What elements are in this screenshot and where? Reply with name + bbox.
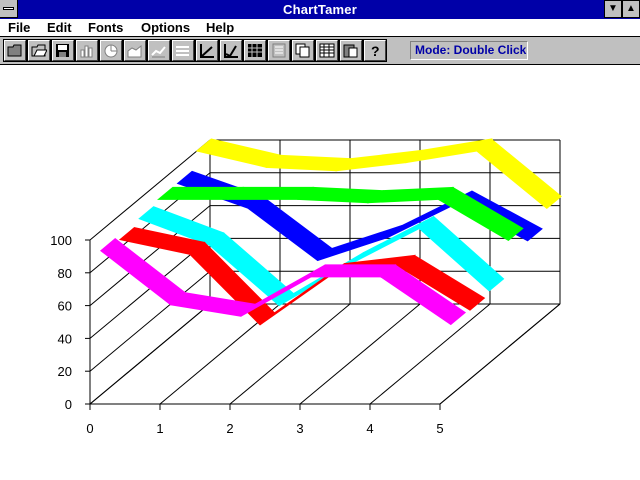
open-file-icon bbox=[31, 44, 47, 57]
chart-area: 0 20 40 60 80 100 0 1 2 3 4 5 bbox=[0, 66, 640, 480]
ribbon-chart-icon bbox=[176, 46, 189, 56]
floor-grid-line bbox=[89, 303, 211, 405]
line-chart-button[interactable] bbox=[147, 39, 171, 62]
copy-button[interactable] bbox=[291, 39, 315, 62]
ribbon-segment bbox=[476, 138, 562, 210]
data-sheet-icon bbox=[248, 44, 262, 57]
x-tick-label: 0 bbox=[86, 421, 93, 436]
open-button[interactable] bbox=[3, 39, 27, 62]
ribbon-segment bbox=[195, 138, 283, 168]
ribbon-segment bbox=[278, 252, 364, 307]
svg-text:?: ? bbox=[371, 43, 380, 58]
open-file-button[interactable] bbox=[27, 39, 51, 62]
grid-icon bbox=[319, 43, 335, 58]
y-tick-label: 0 bbox=[65, 397, 72, 412]
menu-file[interactable]: File bbox=[8, 20, 30, 35]
window-title: ChartTamer bbox=[282, 2, 357, 17]
toolbar: ? Mode: Double Click bbox=[0, 37, 640, 65]
axes-alt-button[interactable] bbox=[219, 39, 243, 62]
line-chart-icon bbox=[151, 46, 166, 58]
axes-icon bbox=[200, 44, 214, 58]
help-button[interactable]: ? bbox=[363, 39, 387, 62]
save-icon bbox=[56, 44, 69, 57]
pie-chart-button[interactable] bbox=[99, 39, 123, 62]
mode-indicator: Mode: Double Click bbox=[410, 41, 528, 60]
floor-grid-line bbox=[299, 303, 421, 405]
paste-icon bbox=[343, 44, 358, 58]
paste-button[interactable] bbox=[339, 39, 363, 62]
area-chart-button[interactable] bbox=[123, 39, 147, 62]
copy-icon bbox=[295, 43, 310, 58]
menu-edit[interactable]: Edit bbox=[47, 20, 72, 35]
notes-icon bbox=[272, 43, 286, 58]
bar-chart-icon bbox=[80, 45, 93, 58]
ribbon-chart[interactable]: 0 20 40 60 80 100 0 1 2 3 4 5 bbox=[0, 66, 640, 480]
bar-chart-button[interactable] bbox=[75, 39, 99, 62]
x-tick-label: 3 bbox=[296, 421, 303, 436]
x-tick-label: 5 bbox=[436, 421, 443, 436]
open-folder-icon bbox=[7, 44, 22, 57]
help-icon: ? bbox=[371, 43, 380, 58]
maximize-icon: ▲ bbox=[626, 3, 636, 14]
axes-alt-icon bbox=[224, 44, 238, 58]
minimize-button[interactable]: ▼ bbox=[604, 0, 622, 18]
x-tick-label: 2 bbox=[226, 421, 233, 436]
save-button[interactable] bbox=[51, 39, 75, 62]
data-sheet-button[interactable] bbox=[243, 39, 267, 62]
area-chart-icon bbox=[127, 44, 142, 58]
pie-chart-icon bbox=[104, 44, 118, 58]
minimize-icon: ▼ bbox=[608, 3, 618, 14]
ribbon-segment bbox=[265, 154, 353, 172]
ribbon-segment bbox=[297, 186, 385, 204]
x-tick-label: 4 bbox=[366, 421, 373, 436]
axes-button[interactable] bbox=[195, 39, 219, 62]
y-tick-label: 80 bbox=[58, 266, 72, 281]
menu-bar: File Edit Fonts Options Help bbox=[0, 19, 640, 37]
menu-help[interactable]: Help bbox=[206, 20, 234, 35]
y-tick-label: 20 bbox=[58, 364, 72, 379]
ribbon-chart-button[interactable] bbox=[171, 39, 195, 62]
maximize-button[interactable]: ▲ bbox=[622, 0, 640, 18]
notes-button[interactable] bbox=[267, 39, 291, 62]
menu-fonts[interactable]: Fonts bbox=[88, 20, 123, 35]
menu-options[interactable]: Options bbox=[141, 20, 190, 35]
grid-button[interactable] bbox=[315, 39, 339, 62]
x-tick-label: 1 bbox=[156, 421, 163, 436]
floor-grid-line bbox=[369, 303, 491, 405]
y-tick-label: 100 bbox=[50, 233, 72, 248]
y-tick-label: 40 bbox=[58, 331, 72, 346]
title-bar: ChartTamer ▼ ▲ bbox=[0, 0, 640, 19]
floor-grid-line bbox=[229, 303, 351, 405]
y-tick-label: 60 bbox=[58, 299, 72, 314]
